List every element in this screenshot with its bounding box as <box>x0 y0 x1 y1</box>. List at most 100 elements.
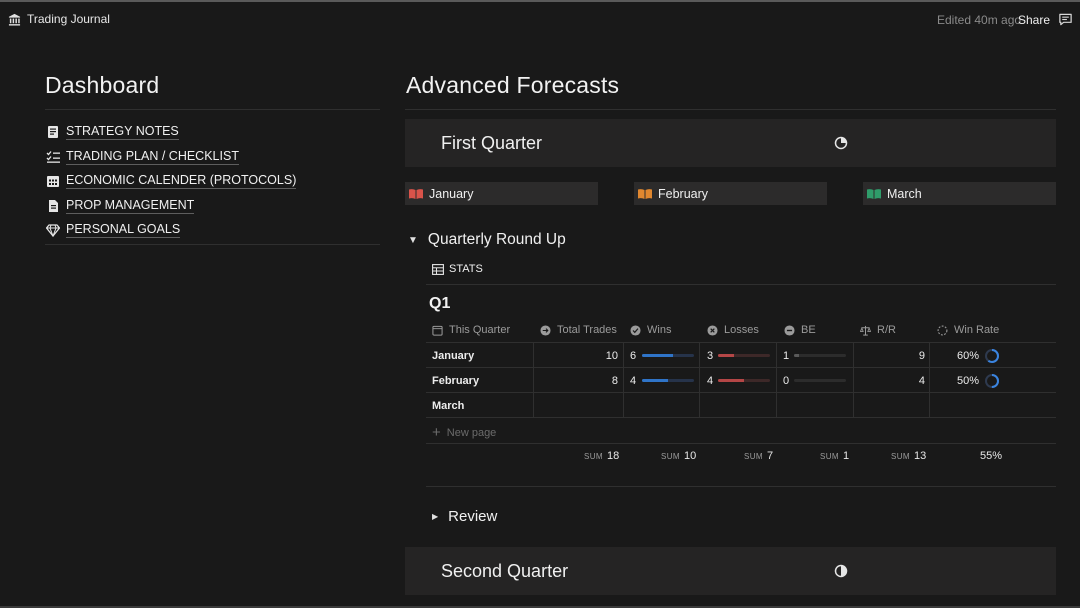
cell-total-trades[interactable]: 10 <box>534 343 618 368</box>
win-rate-ring <box>984 343 1000 368</box>
dashed-circle-icon <box>937 325 948 335</box>
new-page-label: New page <box>446 426 497 439</box>
month-label: March <box>887 186 922 201</box>
cell-win-rate[interactable]: 60% <box>930 343 979 368</box>
table-title: Q1 <box>429 295 451 312</box>
second-quarter-title: Second Quarter <box>441 560 569 581</box>
document-icon <box>49 199 58 212</box>
column-header-be[interactable]: BE <box>784 318 816 342</box>
win-rate-ring <box>984 368 1000 393</box>
column-header-label: Wins <box>647 324 672 336</box>
sum-wins[interactable]: SUM 10 <box>661 450 696 462</box>
top-bar: Trading Journal Edited 40m ago Share <box>0 2 1080 38</box>
sum-label: SUM <box>891 452 910 461</box>
minus-circle-icon <box>784 324 795 336</box>
divider <box>426 443 1056 444</box>
share-button[interactable]: Share <box>1018 13 1050 27</box>
caret-down-icon: ▼ <box>408 234 418 246</box>
column-header-wins[interactable]: Wins <box>630 318 671 342</box>
quarterly-round-up-toggle[interactable]: ▼ Quarterly Round Up <box>408 231 566 249</box>
column-header-label: Win Rate <box>954 324 1000 336</box>
x-circle-icon <box>707 324 718 336</box>
checklist-icon <box>46 150 60 163</box>
review-title: Review <box>448 508 498 525</box>
column-header-label: Losses <box>724 324 759 336</box>
nav-item-prop-management[interactable]: PROP MANAGEMENT <box>46 194 296 219</box>
sum-value: 55% <box>980 450 1003 462</box>
stats-view-tab[interactable]: STATS <box>432 263 483 275</box>
cell-rr[interactable]: 9 <box>854 343 925 368</box>
open-book-icon <box>409 188 423 199</box>
half-circle-icon <box>834 564 848 578</box>
sum-value: 1 <box>842 450 850 462</box>
advanced-forecasts-title: Advanced Forecasts <box>406 72 620 98</box>
second-quarter-header[interactable]: Second Quarter <box>405 547 1056 595</box>
divider <box>426 284 1056 285</box>
cell-month[interactable]: February <box>432 368 479 393</box>
month-label: February <box>658 186 709 201</box>
month-card-january[interactable]: January <box>405 182 598 205</box>
new-page-button[interactable]: + New page <box>432 424 496 441</box>
sum-value: 18 <box>606 450 620 462</box>
column-header-total-trades[interactable]: Total Trades <box>540 318 617 342</box>
divider <box>45 244 380 245</box>
column-header-label: BE <box>801 324 816 336</box>
table-row[interactable]: February 8 4 4 0 4 50% <box>426 367 1056 393</box>
dashboard-title: Dashboard <box>45 72 160 98</box>
first-quarter-title: First Quarter <box>441 132 543 153</box>
sum-rr[interactable]: SUM 13 <box>891 450 926 462</box>
be-progress-bar <box>794 379 846 382</box>
be-progress-bar <box>794 354 846 357</box>
table-icon <box>432 263 444 275</box>
cell-losses[interactable]: 4 <box>707 368 713 393</box>
cell-month[interactable]: March <box>432 393 464 418</box>
divider <box>426 486 1056 487</box>
round-up-title: Quarterly Round Up <box>427 231 566 248</box>
cell-losses[interactable]: 3 <box>707 343 713 368</box>
column-header-label: This Quarter <box>449 324 511 336</box>
breadcrumb[interactable]: Trading Journal <box>8 12 110 26</box>
nav-item-personal-goals[interactable]: PERSONAL GOALS <box>46 218 296 243</box>
first-quarter-header[interactable]: First Quarter <box>405 119 1056 167</box>
sum-losses[interactable]: SUM 7 <box>744 450 773 462</box>
calendar-icon <box>47 176 59 188</box>
table-row[interactable]: March <box>426 392 1056 418</box>
column-header-label: R/R <box>877 324 896 336</box>
sum-total-trades[interactable]: SUM 18 <box>584 450 619 462</box>
cell-total-trades[interactable]: 8 <box>534 368 618 393</box>
month-card-march[interactable]: March <box>863 182 1056 205</box>
losses-progress-bar <box>718 354 770 357</box>
review-toggle[interactable]: ▶ Review <box>432 508 497 525</box>
stats-tab-label: STATS <box>449 263 483 275</box>
cell-wins[interactable]: 6 <box>630 343 636 368</box>
table-row-divider <box>426 417 1056 418</box>
nav-item-label: STRATEGY NOTES <box>66 124 179 141</box>
sum-win-rate[interactable]: 55% <box>980 450 1002 462</box>
arrow-circle-icon <box>540 324 551 336</box>
nav-item-trading-plan[interactable]: TRADING PLAN / CHECKLIST <box>46 145 296 170</box>
sum-value: 13 <box>913 450 927 462</box>
sum-label: SUM <box>744 452 763 461</box>
open-book-icon <box>867 188 881 199</box>
column-header-win-rate[interactable]: Win Rate <box>937 318 999 342</box>
cell-wins[interactable]: 4 <box>630 368 636 393</box>
caret-right-icon: ▶ <box>432 512 439 521</box>
column-header-losses[interactable]: Losses <box>707 318 759 342</box>
table-row[interactable]: January 10 6 3 1 9 60% <box>426 342 1056 368</box>
cell-rr[interactable]: 4 <box>854 368 925 393</box>
nav-item-economic-calendar[interactable]: ECONOMIC CALENDER (PROTOCOLS) <box>46 169 297 194</box>
month-card-february[interactable]: February <box>634 182 827 205</box>
edited-timestamp: Edited 40m ago <box>937 13 1022 27</box>
sum-label: SUM <box>820 452 839 461</box>
sum-be[interactable]: SUM 1 <box>820 450 849 462</box>
comment-icon[interactable] <box>1058 12 1073 27</box>
cell-be[interactable]: 0 <box>783 368 789 393</box>
column-header-rr[interactable]: R/R <box>860 318 896 342</box>
diamond-icon <box>46 224 60 238</box>
cell-month[interactable]: January <box>432 343 474 368</box>
column-header-this-quarter[interactable]: This Quarter <box>432 318 510 342</box>
plus-icon: + <box>432 424 441 441</box>
nav-item-strategy-notes[interactable]: STRATEGY NOTES <box>46 120 296 145</box>
cell-win-rate[interactable]: 50% <box>930 368 979 393</box>
cell-be[interactable]: 1 <box>783 343 789 368</box>
